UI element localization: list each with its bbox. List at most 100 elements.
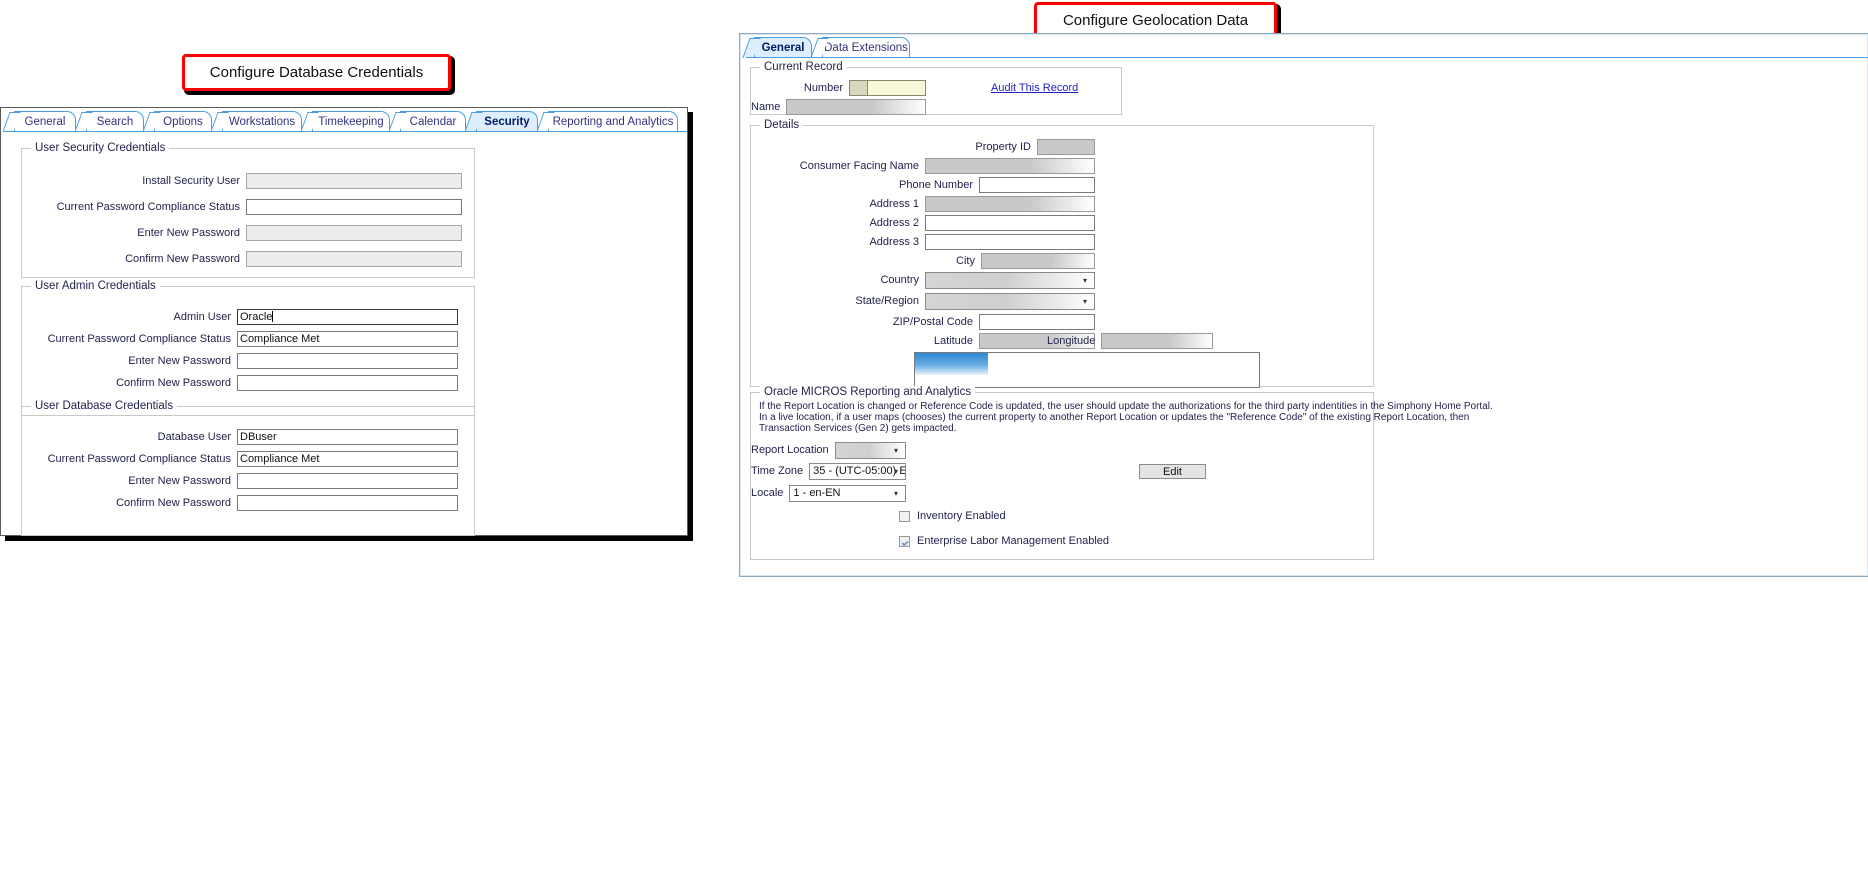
group-current-record: Current Record Number Name Audit This Re… bbox=[750, 61, 1122, 115]
label-database-user: Database User bbox=[157, 431, 231, 443]
tab-geo-general[interactable]: General bbox=[754, 37, 812, 57]
input-enter-new-password-security[interactable] bbox=[246, 225, 462, 241]
row-locale: Locale 1 - en-EN ▾ bbox=[751, 484, 906, 502]
label-report-location: Report Location bbox=[751, 444, 829, 456]
input-consumer-facing-name[interactable] bbox=[925, 158, 1095, 174]
reporting-note-line-3: Transaction Services (Gen 2) gets impact… bbox=[759, 423, 957, 434]
tab-workstations[interactable]: Workstations bbox=[222, 111, 302, 131]
input-zip-postal-code[interactable] bbox=[979, 314, 1095, 330]
checkbox-enterprise-labor-management-enabled[interactable] bbox=[899, 535, 910, 547]
group-reporting-and-analytics-title: Oracle MICROS Reporting and Analytics bbox=[760, 386, 976, 398]
row-confirm-new-password-database: Confirm New Password bbox=[22, 495, 458, 511]
checkbox-inventory-enabled[interactable] bbox=[899, 510, 910, 522]
tab-timekeeping-label: Timekeeping bbox=[318, 115, 384, 128]
group-current-record-title: Current Record bbox=[760, 61, 847, 73]
tabstrip-underline bbox=[4, 131, 687, 132]
input-record-number[interactable] bbox=[867, 80, 926, 96]
label-install-security-user: Install Security User bbox=[142, 175, 240, 187]
label-locale: Locale bbox=[751, 487, 784, 499]
checkbox-row-enterprise-labor-management-enabled[interactable]: Enterprise Labor Management Enabled bbox=[899, 535, 1109, 547]
select-locale-value: 1 - en-EN bbox=[793, 486, 841, 499]
tab-search-label: Search bbox=[96, 115, 134, 128]
input-current-password-compliance-status-database[interactable]: Compliance Met bbox=[237, 451, 458, 467]
group-user-database-credentials: User Database Credentials Database User … bbox=[21, 400, 475, 536]
row-zip-postal-code: ZIP/Postal Code bbox=[751, 314, 1095, 330]
callout-db-label: Configure Database Credentials bbox=[209, 64, 424, 81]
select-country[interactable]: ▾ bbox=[925, 271, 1095, 289]
geo-tabstrip: General Data Extensions bbox=[746, 37, 1868, 58]
row-enter-new-password-admin: Enter New Password bbox=[22, 353, 458, 369]
input-confirm-new-password-admin[interactable] bbox=[237, 375, 458, 391]
record-number-swatch bbox=[849, 80, 867, 96]
row-consumer-facing-name: Consumer Facing Name bbox=[751, 158, 1095, 174]
input-address-1[interactable] bbox=[925, 196, 1095, 212]
input-install-security-user[interactable] bbox=[246, 173, 462, 189]
checkbox-row-inventory-enabled[interactable]: Inventory Enabled bbox=[899, 510, 1006, 522]
chevron-down-icon: ▾ bbox=[893, 445, 898, 455]
row-current-password-compliance-status-database: Current Password Compliance Status Compl… bbox=[22, 451, 458, 467]
label-city: City bbox=[956, 255, 975, 267]
input-address-2[interactable] bbox=[925, 215, 1095, 231]
input-admin-user-value: Oracle bbox=[240, 311, 273, 323]
text-caret bbox=[272, 311, 274, 322]
row-admin-user: Admin User Oracle bbox=[22, 309, 458, 325]
group-details: Details Property ID Consumer Facing Name… bbox=[750, 119, 1374, 388]
group-reporting-and-analytics: Oracle MICROS Reporting and Analytics If… bbox=[750, 386, 1493, 560]
audit-this-record-link[interactable]: Audit This Record bbox=[991, 82, 1078, 94]
select-locale[interactable]: 1 - en-EN ▾ bbox=[789, 484, 906, 502]
reporting-note-line-2: In a live location, if a user maps (choo… bbox=[759, 412, 1470, 423]
input-record-name[interactable] bbox=[786, 99, 926, 115]
input-longitude[interactable] bbox=[1101, 333, 1214, 349]
row-install-security-user: Install Security User bbox=[22, 173, 462, 189]
row-city: City bbox=[751, 253, 1095, 269]
row-time-zone: Time Zone 35 - (UTC-05:00) Eastern Time … bbox=[751, 462, 906, 480]
input-city[interactable] bbox=[981, 253, 1095, 269]
select-time-zone[interactable]: 35 - (UTC-05:00) Eastern Time (US & Cana… bbox=[809, 462, 906, 480]
input-confirm-new-password-security[interactable] bbox=[246, 251, 462, 267]
input-confirm-new-password-database[interactable] bbox=[237, 495, 458, 511]
tab-general[interactable]: General bbox=[14, 111, 76, 131]
group-user-security-credentials: User Security Credentials Install Securi… bbox=[21, 142, 475, 278]
tab-reporting-and-analytics[interactable]: Reporting and Analytics bbox=[548, 111, 678, 131]
group-user-security-credentials-title: User Security Credentials bbox=[31, 142, 170, 154]
tab-options[interactable]: Options bbox=[154, 111, 212, 131]
input-comment[interactable] bbox=[914, 352, 1260, 388]
label-time-zone: Time Zone bbox=[751, 465, 804, 477]
edit-button[interactable]: Edit bbox=[1139, 464, 1206, 479]
input-enter-new-password-admin[interactable] bbox=[237, 353, 458, 369]
tab-reporting-and-analytics-label: Reporting and Analytics bbox=[552, 115, 674, 128]
tab-search[interactable]: Search bbox=[86, 111, 144, 131]
tab-timekeeping[interactable]: Timekeeping bbox=[312, 111, 390, 131]
tab-options-label: Options bbox=[163, 115, 203, 128]
label-enter-new-password-security: Enter New Password bbox=[137, 227, 240, 239]
tab-geo-data-extensions-label: Data Extensions bbox=[824, 41, 908, 54]
input-database-user[interactable]: DBuser bbox=[237, 429, 458, 445]
label-enterprise-labor-management-enabled: Enterprise Labor Management Enabled bbox=[917, 535, 1110, 547]
tab-calendar[interactable]: Calendar bbox=[400, 111, 466, 131]
row-address-2: Address 2 bbox=[751, 215, 1095, 231]
input-current-password-compliance-status-security[interactable] bbox=[246, 199, 462, 215]
tab-geo-data-extensions[interactable]: Data Extensions bbox=[822, 37, 910, 57]
label-record-number: Number bbox=[803, 82, 843, 94]
reporting-note-line-1: If the Report Location is changed or Ref… bbox=[759, 401, 1493, 412]
label-address-2: Address 2 bbox=[869, 217, 919, 229]
select-report-location[interactable]: ▾ bbox=[834, 441, 906, 459]
input-property-id[interactable] bbox=[1037, 139, 1095, 155]
callout-configure-database-credentials: Configure Database Credentials bbox=[182, 54, 451, 91]
tab-geo-general-label: General bbox=[761, 41, 805, 54]
input-current-password-compliance-status-admin[interactable]: Compliance Met bbox=[237, 331, 458, 347]
geolocation-data-window: General Data Extensions Current Record N… bbox=[739, 33, 1868, 577]
input-admin-user[interactable]: Oracle bbox=[237, 309, 458, 325]
database-credentials-window: General Search Options Workstations Time… bbox=[0, 107, 688, 536]
row-property-id: Property ID bbox=[751, 139, 1095, 155]
input-phone-number[interactable] bbox=[979, 177, 1095, 193]
row-country: Country ▾ bbox=[751, 271, 1095, 289]
group-details-title: Details bbox=[760, 119, 804, 131]
input-address-3[interactable] bbox=[925, 234, 1095, 250]
select-state-region[interactable]: ▾ bbox=[925, 292, 1095, 310]
tab-security[interactable]: Security bbox=[476, 111, 538, 131]
callout-geo-label: Configure Geolocation Data bbox=[1062, 12, 1249, 29]
label-property-id: Property ID bbox=[975, 141, 1031, 153]
input-enter-new-password-database[interactable] bbox=[237, 473, 458, 489]
row-confirm-new-password-admin: Confirm New Password bbox=[22, 375, 458, 391]
